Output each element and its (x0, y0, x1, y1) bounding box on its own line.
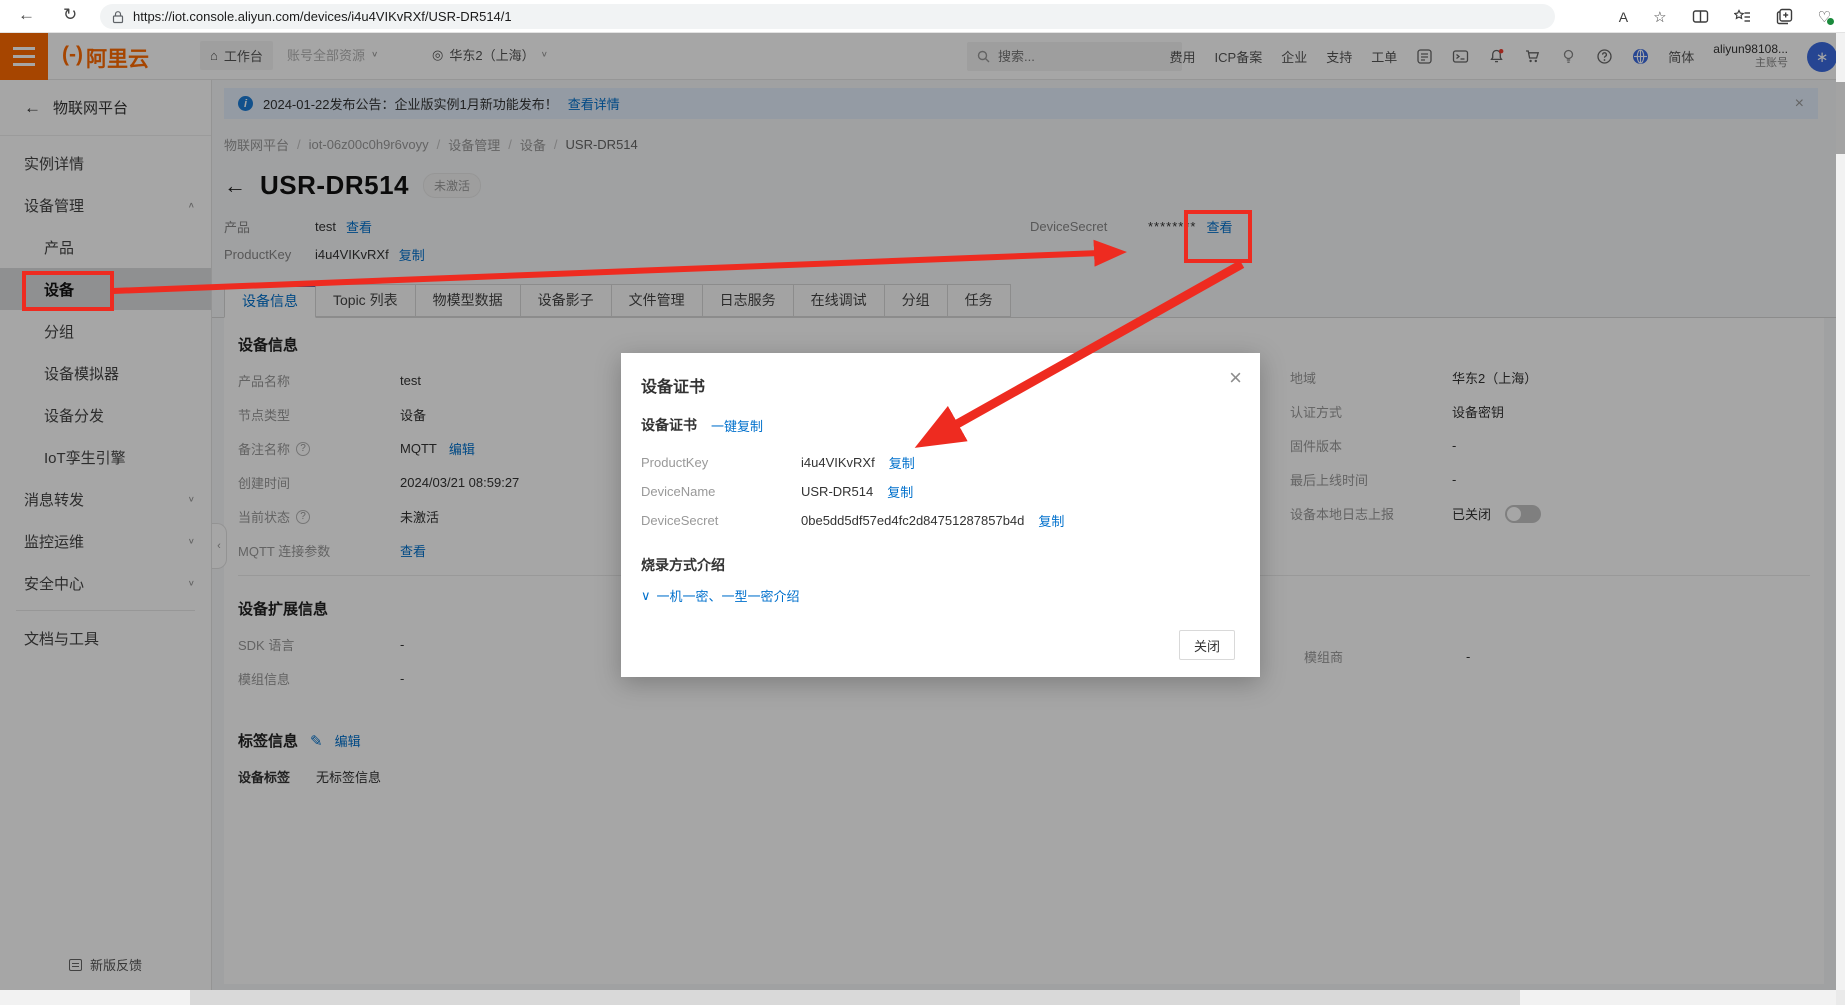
browser-actions: A ☆ ♡ (1619, 0, 1831, 33)
read-aloud-icon[interactable]: A (1619, 9, 1628, 25)
certificate-section-label: 设备证书 (641, 415, 697, 435)
url-text[interactable]: https://iot.console.aliyun.com/devices/i… (133, 9, 512, 24)
modal-title: 设备证书 (641, 373, 705, 397)
burn-method-heading: 烧录方式介绍 (641, 555, 725, 575)
horizontal-scrollbar-thumb[interactable] (190, 990, 1520, 1005)
browser-toolbar: ← ↻ https://iot.console.aliyun.com/devic… (0, 0, 1845, 33)
one-click-copy-link[interactable]: 一键复制 (711, 416, 763, 435)
modal-close-button[interactable]: 关闭 (1179, 630, 1235, 660)
modal-close-icon[interactable]: × (1229, 367, 1242, 389)
modal-row-label: ProductKey (641, 455, 801, 470)
scrollbar-corner (1836, 990, 1845, 1005)
burn-method-intro-link[interactable]: ∨ 一机一密、一型一密介绍 (641, 586, 800, 605)
collections-icon[interactable] (1776, 8, 1793, 25)
chevron-down-icon: ∨ (641, 588, 651, 604)
favorite-star-icon[interactable]: ☆ (1653, 8, 1666, 26)
split-screen-icon[interactable] (1692, 8, 1709, 25)
browser-refresh-icon[interactable]: ↻ (63, 5, 77, 25)
favorites-bar-icon[interactable] (1734, 8, 1751, 25)
screen: ← ↻ https://iot.console.aliyun.com/devic… (0, 0, 1845, 1005)
modal-row-label: DeviceName (641, 484, 801, 499)
lock-icon (112, 10, 124, 24)
address-bar[interactable]: https://iot.console.aliyun.com/devices/i… (100, 4, 1555, 29)
browser-back-icon[interactable]: ← (18, 5, 35, 25)
vertical-scrollbar[interactable] (1836, 33, 1845, 990)
vertical-scrollbar-thumb[interactable] (1836, 82, 1845, 154)
device-certificate-modal: 设备证书 × 设备证书 一键复制 ProductKey i4u4VIKvRXf … (621, 353, 1260, 677)
modal-copy-link[interactable]: 复制 (889, 453, 915, 472)
modal-copy-link[interactable]: 复制 (887, 482, 913, 501)
modal-row-value: i4u4VIKvRXf (801, 455, 875, 470)
modal-row-label: DeviceSecret (641, 513, 801, 528)
modal-copy-link[interactable]: 复制 (1038, 511, 1064, 530)
modal-row-value: USR-DR514 (801, 484, 873, 499)
browser-essentials-icon[interactable]: ♡ (1818, 8, 1831, 26)
horizontal-scrollbar[interactable] (0, 990, 1836, 1005)
modal-row-value: 0be5dd5df57ed4fc2d84751287857b4d (801, 513, 1024, 528)
essentials-status-dot (1827, 18, 1834, 25)
